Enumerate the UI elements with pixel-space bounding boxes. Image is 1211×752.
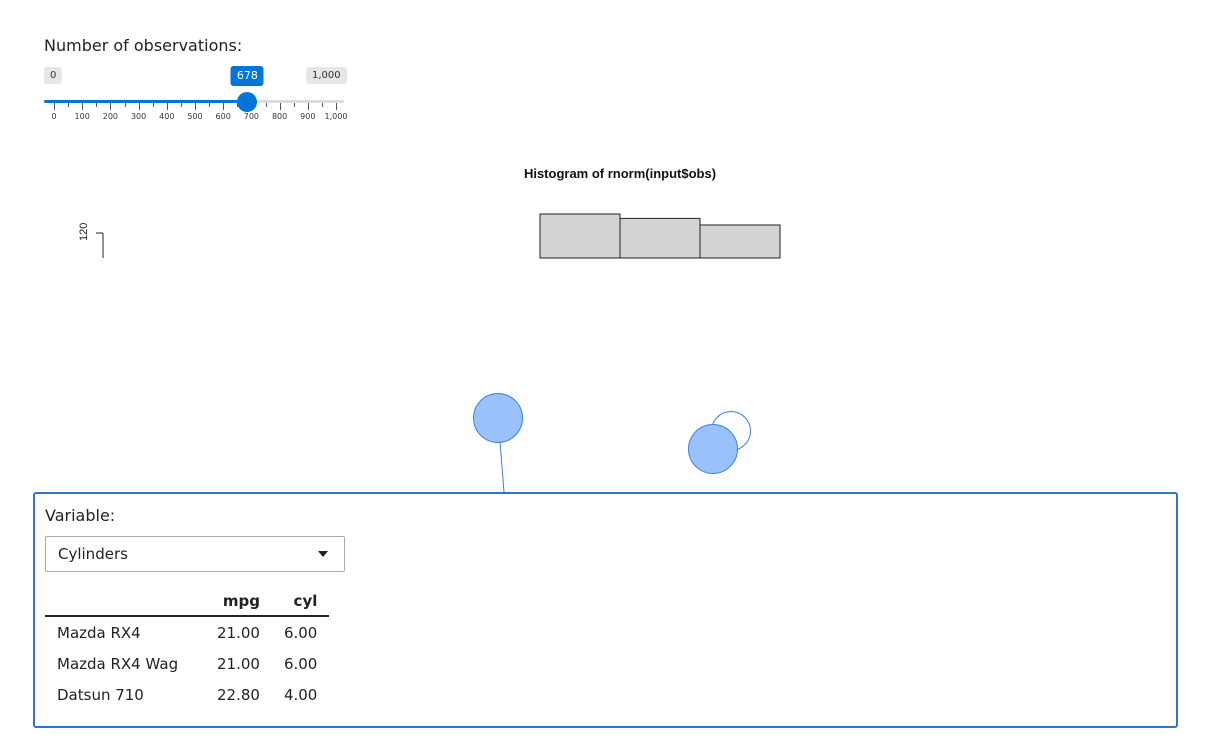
data-table: mpg cyl Mazda RX4 21.00 6.00 Mazda RX4 W… (45, 586, 330, 710)
column-header-cyl: cyl (271, 586, 330, 617)
caret-down-icon (318, 551, 328, 557)
row-name: Mazda RX4 (57, 624, 141, 642)
row-name: Mazda RX4 Wag (57, 655, 179, 673)
table-row: Mazda RX4 Wag 21.00 6.00 (45, 648, 329, 679)
column-header-mpg: mpg (205, 586, 272, 617)
table-row: Mazda RX4 21.00 6.00 (45, 616, 329, 648)
variable-select[interactable]: Cylinders (45, 536, 345, 572)
bubble-marker-1 (473, 393, 523, 443)
cell-cyl: 6.00 (283, 655, 318, 673)
cell-cyl: 6.00 (283, 624, 318, 642)
row-name: Datsun 710 (57, 686, 144, 704)
table-header-row: mpg cyl (45, 586, 330, 617)
bubble-marker-2 (688, 424, 738, 474)
cell-mpg: 21.00 (217, 624, 260, 642)
variable-panel: Variable: Cylinders mpg cyl Mazda RX4 21… (33, 492, 1178, 728)
variable-select-value: Cylinders (58, 545, 128, 563)
column-header-rowname (45, 586, 205, 617)
variable-label: Variable: (45, 506, 116, 525)
cell-cyl: 4.00 (283, 686, 318, 704)
cell-mpg: 21.00 (217, 655, 260, 673)
table-row: Datsun 710 22.80 4.00 (45, 679, 329, 710)
cell-mpg: 22.80 (217, 686, 260, 704)
